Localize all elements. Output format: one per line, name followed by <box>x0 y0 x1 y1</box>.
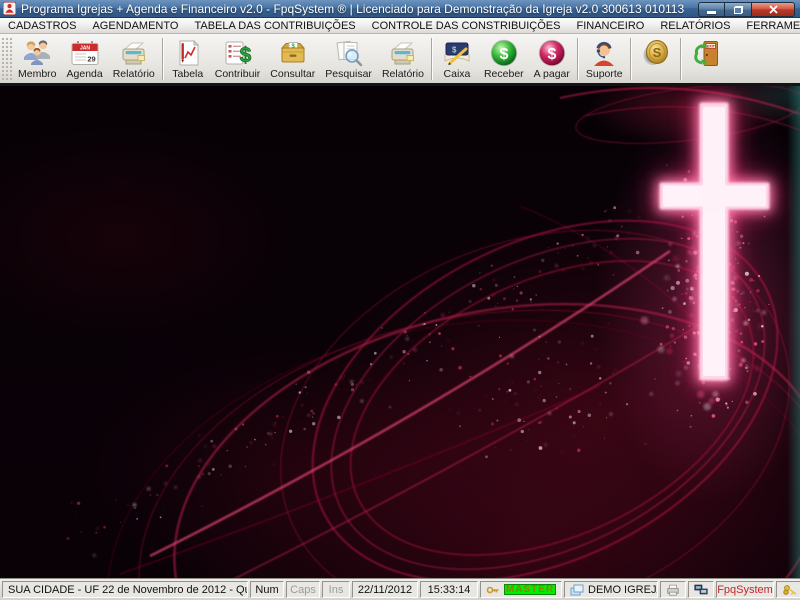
access-keys-button[interactable] <box>776 581 800 598</box>
window-controls <box>698 2 795 17</box>
contribuir-button[interactable]: $ Contribuir <box>210 35 266 83</box>
statusbar-location: SUA CIDADE - UF 22 de Novembro de 2012 -… <box>2 581 248 598</box>
toolbar-label: Agenda <box>66 68 103 80</box>
wallpaper-scene <box>66 86 800 578</box>
app-window: Programa Igrejas + Agenda e Financeiro v… <box>0 0 800 600</box>
toolbar-label: Relatório <box>112 68 155 80</box>
red-dollar-icon: $ <box>538 39 565 67</box>
coin-button[interactable]: S <box>634 35 678 83</box>
statusbar-date: 22/11/2012 <box>352 581 418 598</box>
menu-relatorios[interactable]: RELATÓRIOS <box>652 19 738 33</box>
svg-text:$: $ <box>547 46 556 63</box>
toolbar-label: Pesquisar <box>325 68 372 80</box>
toolbar-label: Suporte <box>585 68 623 80</box>
database-icon <box>570 584 584 595</box>
exit-button[interactable]: EXIT <box>684 35 728 83</box>
support-agent-icon <box>594 41 615 66</box>
wallpaper <box>0 86 800 578</box>
key-icon <box>486 586 499 593</box>
toolbar-label: Contribuir <box>214 68 261 80</box>
close-icon <box>768 5 778 14</box>
teal-edge-glow <box>787 86 800 578</box>
close-button[interactable] <box>752 2 795 17</box>
relatorio-contribuicoes-button[interactable]: Relatório <box>377 35 429 83</box>
exit-door-icon: EXIT <box>693 41 718 66</box>
statusbar-time: 15:33:14 <box>420 581 478 598</box>
user-level-badge: MASTER <box>504 584 556 595</box>
toolbar-label: Consultar <box>270 68 316 80</box>
members-icon <box>24 40 51 65</box>
tabela-button[interactable]: Tabela <box>166 35 210 83</box>
brand-panel: FpqSystem <box>716 581 774 598</box>
app-icon <box>3 2 16 15</box>
caixa-button[interactable]: $ Caixa <box>435 35 479 83</box>
receber-button[interactable]: $ Receber <box>479 35 529 83</box>
window-title: Programa Igrejas + Agenda e Financeiro v… <box>21 1 685 16</box>
coin-icon: S <box>643 40 668 65</box>
svg-text:JAN: JAN <box>80 46 90 52</box>
menu-financeiro[interactable]: FINANCEIRO <box>568 19 652 33</box>
toolbar-label: Relatório <box>381 68 424 80</box>
toolbar-label: Caixa <box>443 68 471 80</box>
user-level-panel: MASTER <box>480 581 562 598</box>
num-lock-indicator: Num <box>250 581 284 598</box>
toolbar-separator <box>629 38 632 80</box>
toolbar-label: A pagar <box>533 68 570 80</box>
table-chart-icon <box>179 39 199 66</box>
menu-tabela-contribuicoes[interactable]: TABELA DAS CONTRIBUIÇÕES <box>186 19 363 33</box>
menu-agendamento[interactable]: AGENDAMENTO <box>84 19 186 33</box>
pesquisar-button[interactable]: Pesquisar <box>320 35 377 83</box>
restore-icon <box>733 5 743 14</box>
checkbook-icon: $ <box>444 42 470 65</box>
menu-controle-contribuicoes[interactable]: CONTROLE DAS CONSTRIBUIÇÕES <box>364 19 569 33</box>
consultar-button[interactable]: $ Consultar <box>265 35 320 83</box>
calendar-icon: JAN 29 <box>71 41 99 65</box>
membro-button[interactable]: Membro <box>13 35 62 83</box>
printer-icon <box>122 42 145 65</box>
toolbar-label: Receber <box>483 68 524 80</box>
network-icon <box>694 584 708 595</box>
titlebar[interactable]: Programa Igrejas + Agenda e Financeiro v… <box>0 0 800 18</box>
caps-lock-indicator: Caps <box>286 581 320 598</box>
minimize-button[interactable] <box>698 2 725 17</box>
menubar: CADASTROS AGENDAMENTO TABELA DAS CONTRIB… <box>0 18 800 34</box>
search-docs-icon <box>336 40 362 67</box>
toolbar-separator <box>679 38 682 80</box>
insert-indicator: Ins <box>322 581 350 598</box>
toolbar-separator <box>161 38 164 80</box>
database-panel: DEMO IGREJA 2.0 <box>564 581 658 598</box>
print-button[interactable] <box>660 581 686 598</box>
drawer-icon: $ <box>280 42 305 63</box>
toolbar-label: Membro <box>18 68 57 80</box>
network-button[interactable] <box>688 581 714 598</box>
toolbar-separator <box>430 38 433 80</box>
relatorio-agenda-button[interactable]: Relatório <box>108 35 160 83</box>
toolbar-separator <box>576 38 579 80</box>
minimize-icon <box>707 11 716 14</box>
menu-ferramentas[interactable]: FERRAMENTAS <box>738 19 800 33</box>
contribution-list-icon: $ <box>225 41 252 67</box>
svg-text:29: 29 <box>87 55 95 64</box>
printer-status-icon <box>667 584 679 596</box>
printer-icon <box>391 42 414 65</box>
restore-button[interactable] <box>725 2 752 17</box>
svg-text:S: S <box>652 45 661 60</box>
toolbar-label: Tabela <box>172 68 204 80</box>
agenda-button[interactable]: JAN 29 Agenda <box>62 35 108 83</box>
svg-text:$: $ <box>239 44 251 67</box>
svg-text:$: $ <box>452 46 457 55</box>
toolbar-grip[interactable] <box>1 37 12 81</box>
suporte-button[interactable]: Suporte <box>581 35 628 83</box>
statusbar: SUA CIDADE - UF 22 de Novembro de 2012 -… <box>0 578 800 600</box>
menu-cadastros[interactable]: CADASTROS <box>0 19 84 33</box>
svg-text:$: $ <box>499 46 508 63</box>
keys-icon <box>783 584 797 595</box>
a-pagar-button[interactable]: $ A pagar <box>529 35 575 83</box>
green-dollar-icon: $ <box>490 39 518 67</box>
svg-text:EXIT: EXIT <box>706 45 715 49</box>
light-swirls <box>106 86 800 578</box>
toolbar: Membro JAN 29 Agenda Relatório Tabela $ … <box>0 34 800 86</box>
